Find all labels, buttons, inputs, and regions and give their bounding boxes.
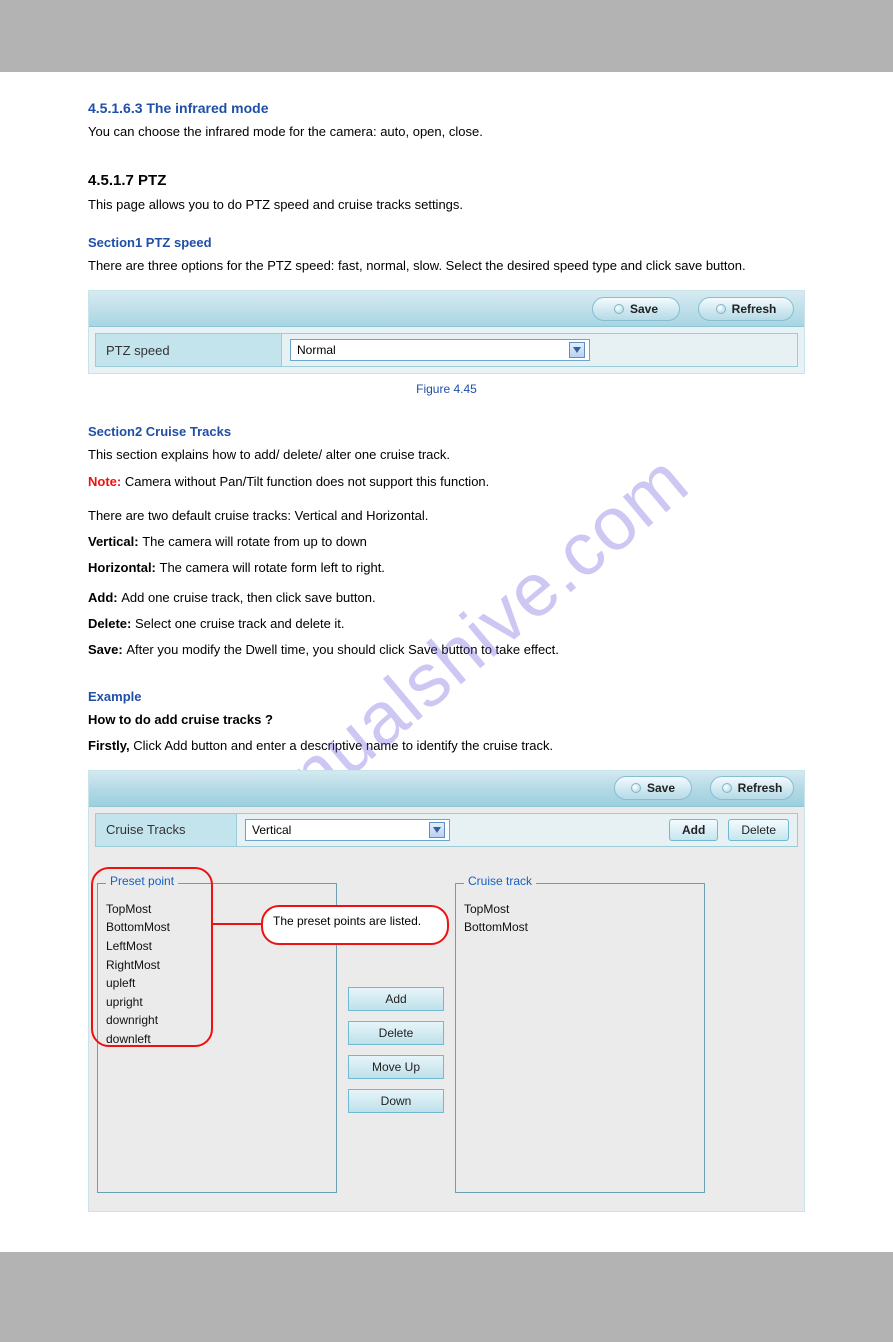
step1-label: Firstly, — [88, 738, 133, 753]
list-item[interactable]: LeftMost — [106, 937, 328, 956]
example-step1: Firstly, Click Add button and enter a de… — [88, 736, 805, 756]
select-value: Vertical — [252, 823, 291, 837]
action-delete-button[interactable]: Delete — [348, 1021, 444, 1045]
list-item[interactable]: downleft — [106, 1030, 328, 1049]
heading-infrared: 4.5.1.6.3 The infrared mode — [88, 100, 805, 116]
save-button[interactable]: Save — [592, 297, 680, 321]
field-cruise-tracks: Vertical Add Delete — [236, 814, 797, 846]
para-section1: There are three options for the PTZ spee… — [88, 256, 805, 276]
legend-preset: Preset point — [106, 874, 178, 888]
label-cruise-tracks: Cruise Tracks — [96, 822, 236, 837]
label-ptz-speed: PTZ speed — [96, 343, 281, 358]
list-item[interactable]: BottomMost — [106, 918, 328, 937]
legend-cruise: Cruise track — [464, 874, 536, 888]
field-ptz-speed: Normal — [281, 334, 797, 366]
action-down-button[interactable]: Down — [348, 1089, 444, 1113]
circle-icon — [722, 783, 732, 793]
heading-section1: Section1 PTZ speed — [88, 235, 805, 250]
step1-body: Click Add button and enter a descriptive… — [133, 738, 553, 753]
save-label-text: Save: — [88, 642, 126, 657]
page-bottom-margin — [0, 1252, 893, 1342]
list-item[interactable]: BottomMost — [464, 918, 696, 937]
action-column: Add Delete Move Up Down — [341, 883, 451, 1193]
heading-section2: Section2 Cruise Tracks — [88, 424, 805, 439]
row-ptz-speed: PTZ speed Normal — [95, 333, 798, 367]
para-save: Save: After you modify the Dwell time, y… — [88, 640, 805, 660]
save-body: After you modify the Dwell time, you sho… — [126, 642, 559, 657]
example-question: How to do add cruise tracks ? — [88, 710, 805, 730]
add-label: Add: — [88, 590, 121, 605]
panel-cruise-tracks: Save Refresh Cruise Tracks Vertical Add … — [88, 770, 805, 1212]
note-line: Note: Camera without Pan/Tilt function d… — [88, 472, 805, 492]
select-value: Normal — [297, 343, 336, 357]
listbox-preset-point: Preset point TopMostBottomMostLeftMostRi… — [97, 883, 337, 1193]
save-label: Save — [630, 302, 658, 316]
circle-icon — [716, 304, 726, 314]
list-item[interactable]: downright — [106, 1011, 328, 1030]
horizontal-label: Horizontal: — [88, 560, 160, 575]
page-content: manualshive.com 4.5.1.6.3 The infrared m… — [0, 72, 893, 1252]
para-horizontal: Horizontal: The camera will rotate form … — [88, 558, 805, 578]
vertical-label: Vertical: — [88, 534, 142, 549]
panel-ptz-speed: Save Refresh PTZ speed Normal — [88, 290, 805, 374]
para-delete: Delete: Select one cruise track and dele… — [88, 614, 805, 634]
chevron-down-icon — [429, 822, 445, 838]
list-item[interactable]: TopMost — [106, 900, 328, 919]
heading-ptz: 4.5.1.7 PTZ — [88, 172, 805, 189]
para-vertical: Vertical: The camera will rotate from up… — [88, 532, 805, 552]
para-ptz-intro: This page allows you to do PTZ speed and… — [88, 195, 805, 215]
action-add-button[interactable]: Add — [348, 987, 444, 1011]
list-item[interactable]: TopMost — [464, 900, 696, 919]
refresh-button[interactable]: Refresh — [698, 297, 794, 321]
list-item[interactable]: upright — [106, 993, 328, 1012]
action-moveup-button[interactable]: Move Up — [348, 1055, 444, 1079]
para-section2-intro: This section explains how to add/ delete… — [88, 445, 805, 465]
heading-example: Example — [88, 689, 805, 704]
panel2-toolbar: Save Refresh — [89, 771, 804, 807]
para-infrared-intro: You can choose the infrared mode for the… — [88, 122, 805, 142]
cruise-items-list[interactable]: TopMostBottomMost — [456, 884, 704, 945]
delete-label: Delete: — [88, 616, 135, 631]
add-track-button[interactable]: Add — [669, 819, 718, 841]
select-ptz-speed[interactable]: Normal — [290, 339, 590, 361]
save-label: Save — [647, 781, 675, 795]
add-body: Add one cruise track, then click save bu… — [121, 590, 375, 605]
page-top-margin — [0, 0, 893, 72]
listbox-cruise-track: Cruise track TopMostBottomMost — [455, 883, 705, 1193]
delete-body: Select one cruise track and delete it. — [135, 616, 345, 631]
save-button[interactable]: Save — [614, 776, 692, 800]
lists-area: Preset point TopMostBottomMostLeftMostRi… — [89, 853, 804, 1201]
para-add: Add: Add one cruise track, then click sa… — [88, 588, 805, 608]
row-cruise-tracks: Cruise Tracks Vertical Add Delete — [95, 813, 798, 847]
para-default-tracks: There are two default cruise tracks: Ver… — [88, 506, 805, 526]
preset-items-list[interactable]: TopMostBottomMostLeftMostRightMostupleft… — [98, 884, 336, 1057]
note-label: Note: — [88, 474, 121, 489]
horizontal-body: The camera will rotate form left to righ… — [160, 560, 385, 575]
refresh-label: Refresh — [732, 302, 777, 316]
chevron-down-icon — [569, 342, 585, 358]
circle-icon — [631, 783, 641, 793]
select-cruise-tracks[interactable]: Vertical — [245, 819, 450, 841]
refresh-button[interactable]: Refresh — [710, 776, 794, 800]
circle-icon — [614, 304, 624, 314]
figure-caption-445: Figure 4.45 — [88, 382, 805, 396]
delete-track-button[interactable]: Delete — [728, 819, 789, 841]
list-item[interactable]: upleft — [106, 974, 328, 993]
list-item[interactable]: RightMost — [106, 956, 328, 975]
vertical-body: The camera will rotate from up to down — [142, 534, 367, 549]
note-body: Camera without Pan/Tilt function does no… — [121, 474, 489, 489]
panel-toolbar: Save Refresh — [89, 291, 804, 327]
refresh-label: Refresh — [738, 781, 783, 795]
